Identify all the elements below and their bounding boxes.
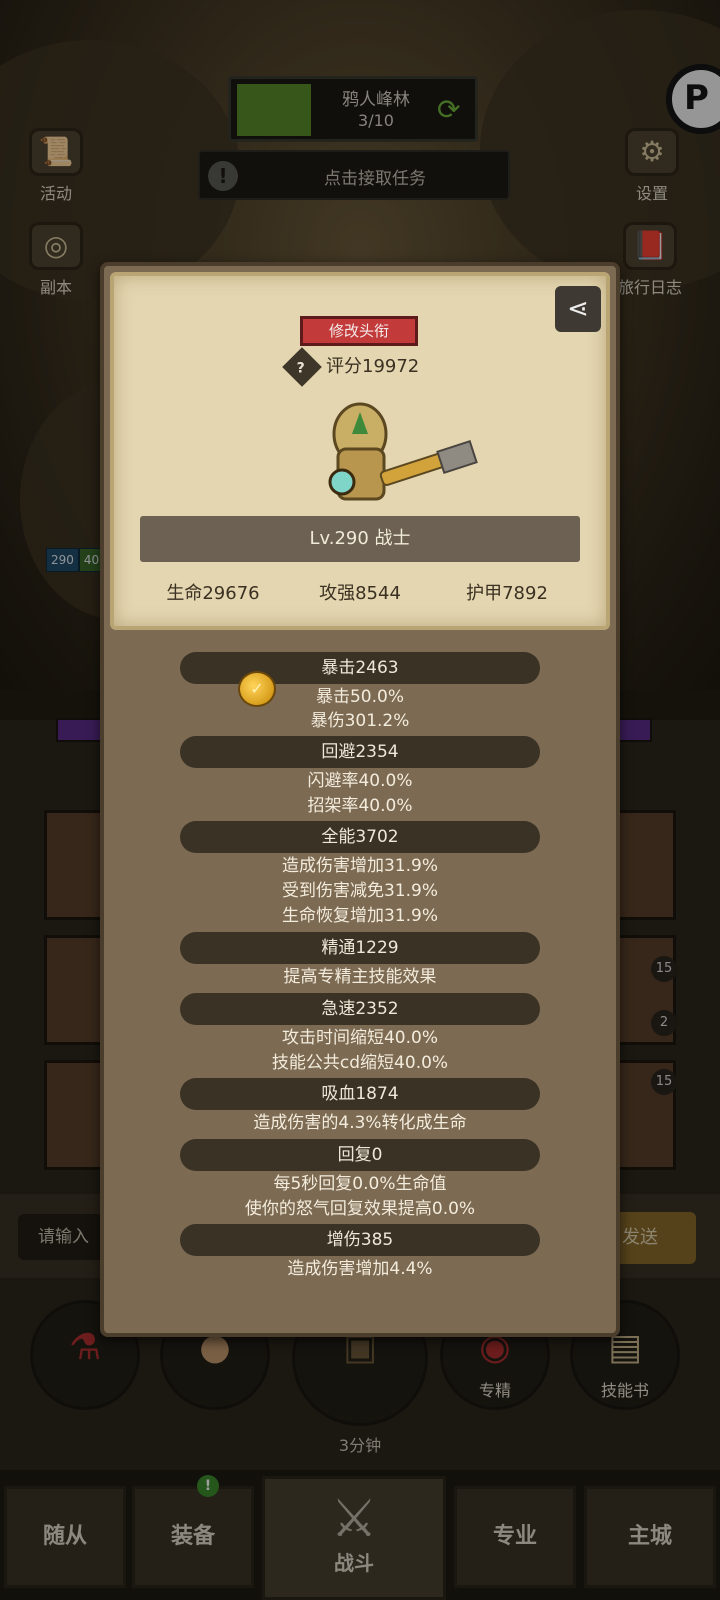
score-row: ? 评分19972 xyxy=(282,347,448,387)
stat-line: 每5秒回复0.0%生命值 xyxy=(273,1174,447,1194)
warrior-avatar xyxy=(328,402,478,501)
stat-line: 造成伤害的4.3%转化成生命 xyxy=(253,1113,467,1133)
stat-line: 生命恢复增加31.9% xyxy=(281,906,438,926)
stat-line: 使你的怒气回复效果提高0.0% xyxy=(244,1199,476,1219)
share-icon[interactable]: ⋖ xyxy=(555,286,601,332)
stat-line: 暴伤301.2% xyxy=(310,711,410,731)
stat-line: 造成伤害增加31.9% xyxy=(281,856,438,876)
hp-stat: 生命29676 xyxy=(166,583,260,604)
stat-line: 提高专精主技能效果 xyxy=(283,967,437,987)
stat-header-dodge: 回避2354 xyxy=(180,736,540,768)
stat-header-regen: 回复0 xyxy=(180,1139,540,1171)
stat-line: 造成伤害增加4.4% xyxy=(287,1259,433,1279)
stat-header-haste: 急速2352 xyxy=(180,993,540,1025)
stat-line: 闪避率40.0% xyxy=(307,771,413,791)
stat-header-damage-bonus: 增伤385 xyxy=(180,1224,540,1256)
stat-line: 受到伤害减免31.9% xyxy=(281,881,438,901)
level-class-bar: Lv.290 战士 xyxy=(140,516,580,562)
stat-line: 招架率40.0% xyxy=(307,796,413,816)
help-icon[interactable]: ? xyxy=(282,347,322,387)
stat-line: 暴击50.0% xyxy=(315,687,404,707)
stat-line: 攻击时间缩短40.0% xyxy=(281,1028,438,1048)
stat-header-mastery: 精通1229 xyxy=(180,932,540,964)
stat-header-versatility: 全能3702 xyxy=(180,821,540,853)
score-label: 评分19972 xyxy=(326,356,420,377)
attack-stat: 攻强8544 xyxy=(319,583,401,604)
core-stats-row: 生命29676 攻强8544 护甲7892 xyxy=(140,578,580,610)
armor-stat: 护甲7892 xyxy=(466,583,548,604)
edit-title-button[interactable]: 修改头衔 xyxy=(300,316,418,346)
stat-line: 技能公共cd缩短40.0% xyxy=(271,1053,449,1073)
stat-header-lifesteal: 吸血1874 xyxy=(180,1078,540,1110)
stat-header-crit: 暴击2463 xyxy=(180,652,540,684)
